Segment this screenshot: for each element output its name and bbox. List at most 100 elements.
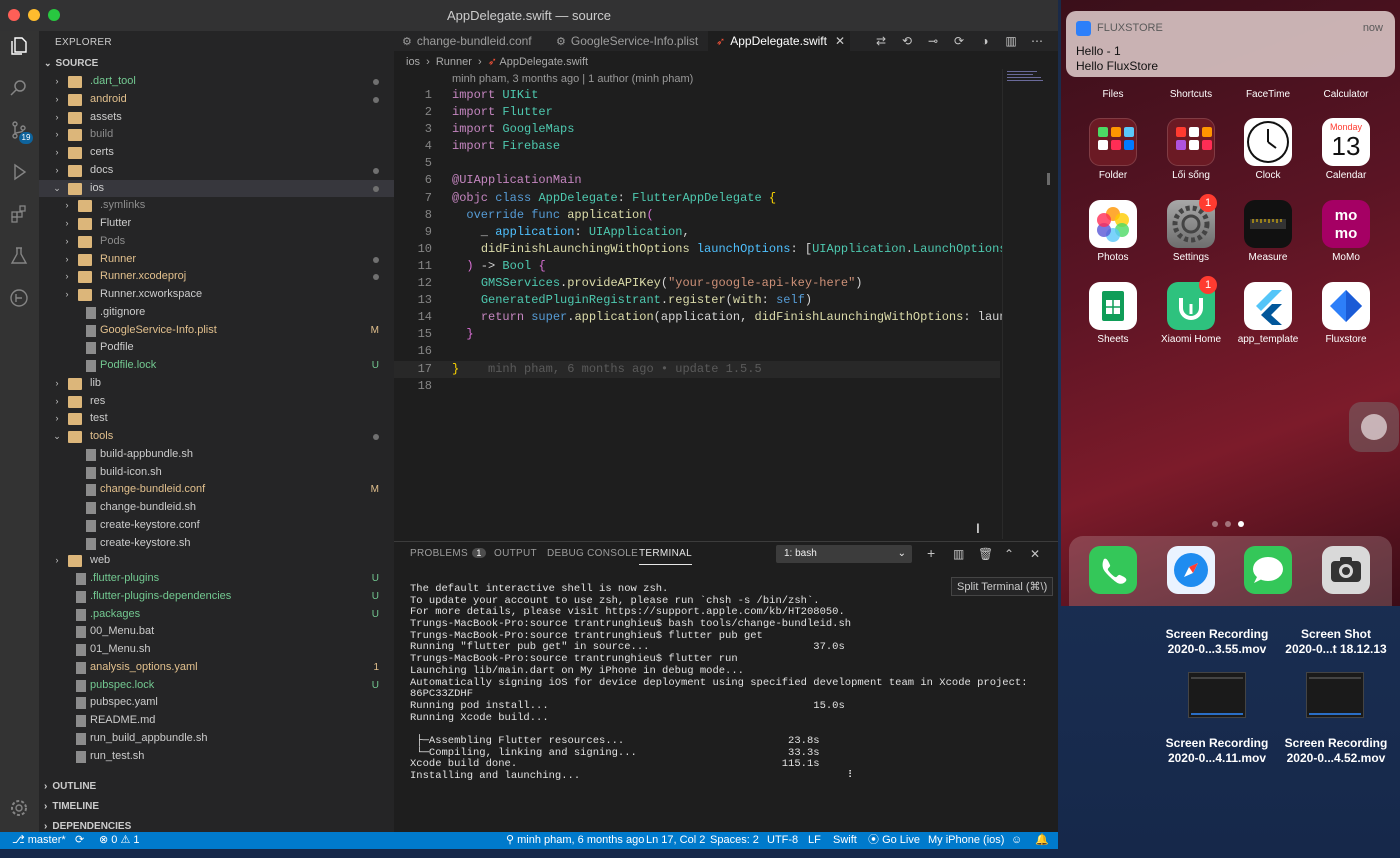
- desktop-file-screen-shot[interactable]: Screen Shot 2020-0...t 18.12.13: [1276, 627, 1396, 657]
- maximize-window-button[interactable]: [48, 9, 60, 21]
- tree-item[interactable]: .gitignore: [39, 304, 394, 322]
- split-editor-icon[interactable]: ▥: [1003, 33, 1019, 49]
- next-change-icon[interactable]: ⟳: [951, 33, 967, 49]
- tree-item[interactable]: › Runner.xcodeproj: [39, 268, 394, 286]
- git-commit-icon[interactable]: ⊸: [925, 33, 941, 49]
- tree-item[interactable]: create-keystore.conf: [39, 517, 394, 535]
- tree-item[interactable]: .packages U: [39, 606, 394, 624]
- iphone-screen-mirror[interactable]: FLUXSTORE now Hello - 1 Hello FluxStore …: [1061, 0, 1400, 606]
- tree-item[interactable]: › assets: [39, 109, 394, 127]
- tree-item[interactable]: › Pods: [39, 233, 394, 251]
- scrollbar-thumb[interactable]: [1047, 173, 1050, 185]
- phone-app-icon[interactable]: [1089, 546, 1137, 594]
- breadcrumb-runner[interactable]: Runner: [436, 56, 472, 68]
- tree-item[interactable]: README.md: [39, 712, 394, 730]
- app-label-shortcuts[interactable]: Shortcuts: [1157, 89, 1225, 100]
- app-folder[interactable]: Folder: [1079, 118, 1147, 181]
- app-label-facetime[interactable]: FaceTime: [1234, 89, 1302, 100]
- tree-item[interactable]: analysis_options.yaml 1: [39, 659, 394, 677]
- indentation[interactable]: Spaces: 2: [710, 832, 759, 849]
- terminal-output[interactable]: The default interactive shell is now zsh…: [410, 583, 1028, 783]
- app-fluxstore[interactable]: Fluxstore: [1312, 282, 1380, 345]
- tab-appdelegate-swift[interactable]: ➶ AppDelegate.swift ✕: [708, 31, 850, 51]
- tree-item[interactable]: › .dart_tool: [39, 73, 394, 91]
- tree-item[interactable]: change-bundleid.conf M: [39, 481, 394, 499]
- desktop-file-screen-recording[interactable]: Screen Recording 2020-0...4.52.mov: [1276, 736, 1396, 766]
- tree-item[interactable]: Podfile: [39, 339, 394, 357]
- tree-item[interactable]: › Runner.xcworkspace: [39, 286, 394, 304]
- source-control-icon[interactable]: 19: [8, 119, 33, 144]
- tree-item[interactable]: › Runner: [39, 251, 394, 269]
- desktop-file-screen-recording[interactable]: Screen Recording 2020-0...3.55.mov: [1157, 627, 1277, 657]
- app-label-calculator[interactable]: Calculator: [1312, 89, 1380, 100]
- extensions-icon[interactable]: [8, 203, 30, 225]
- tab-change-bundleid-conf[interactable]: ⚙ change-bundleid.conf: [394, 31, 548, 51]
- tree-item[interactable]: 01_Menu.sh: [39, 641, 394, 659]
- file-thumbnail[interactable]: [1306, 672, 1364, 718]
- tree-item[interactable]: › res: [39, 393, 394, 411]
- tab-terminal[interactable]: TERMINAL: [639, 548, 692, 565]
- tree-item[interactable]: change-bundleid.sh: [39, 499, 394, 517]
- breadcrumb-file[interactable]: AppDelegate.swift: [499, 56, 588, 68]
- explorer-icon[interactable]: [8, 35, 30, 57]
- go-live-button[interactable]: ⦿ Go Live: [868, 832, 920, 849]
- tree-item[interactable]: run_test.sh: [39, 748, 394, 766]
- tab-debug-console[interactable]: DEBUG CONSOLE: [547, 548, 638, 559]
- file-thumbnail[interactable]: [1188, 672, 1246, 718]
- tree-item[interactable]: Podfile.lock U: [39, 357, 394, 375]
- close-panel-icon[interactable]: ✕: [1030, 547, 1040, 561]
- notifications-bell-icon[interactable]: 🔔: [1035, 832, 1049, 849]
- tab-googleservice-plist[interactable]: ⚙ GoogleService-Info.plist: [548, 31, 708, 51]
- app-photos[interactable]: Photos: [1079, 200, 1147, 263]
- tree-item[interactable]: create-keystore.sh: [39, 535, 394, 553]
- assistive-touch-button[interactable]: [1349, 402, 1399, 452]
- sync-icon[interactable]: ⟳: [75, 832, 84, 849]
- new-terminal-icon[interactable]: +: [927, 545, 935, 561]
- tree-item[interactable]: GoogleService-Info.plist M: [39, 322, 394, 340]
- app-l-i-s-ng[interactable]: Lối sống: [1157, 118, 1225, 181]
- app-sheets[interactable]: Sheets: [1079, 282, 1147, 345]
- flutter-device[interactable]: My iPhone (ios): [928, 832, 1004, 849]
- git-lens-icon[interactable]: ◑: [977, 33, 993, 49]
- tree-item[interactable]: › android: [39, 91, 394, 109]
- desktop-file-screen-recording[interactable]: Screen Recording 2020-0...4.11.mov: [1157, 736, 1277, 766]
- code-editor[interactable]: 1 import UIKit 2 import Flutter 3 import Goog…: [394, 87, 1035, 395]
- compare-changes-icon[interactable]: ⇄: [873, 33, 889, 49]
- safari-app-icon[interactable]: [1167, 546, 1215, 594]
- git-graph-icon[interactable]: [8, 287, 30, 309]
- minimize-window-button[interactable]: [28, 9, 40, 21]
- terminal-select[interactable]: 1: bash ⌄: [776, 545, 912, 563]
- breadcrumb-ios[interactable]: ios: [406, 56, 420, 68]
- app-settings[interactable]: 1 Settings: [1157, 194, 1225, 263]
- encoding[interactable]: UTF-8: [767, 832, 798, 849]
- outline-section[interactable]: › OUTLINE: [39, 777, 394, 797]
- tree-item[interactable]: pubspec.lock U: [39, 677, 394, 695]
- split-terminal-icon[interactable]: ▥: [953, 547, 964, 561]
- git-codelens[interactable]: minh pham, 3 months ago | 1 author (minh…: [452, 73, 693, 85]
- tree-item[interactable]: .flutter-plugins U: [39, 570, 394, 588]
- workspace-root[interactable]: ⌄ SOURCE: [39, 53, 394, 73]
- minimap[interactable]: [1002, 69, 1050, 539]
- tree-item[interactable]: .flutter-plugins-dependencies U: [39, 588, 394, 606]
- language-mode[interactable]: Swift: [833, 832, 857, 849]
- trash-icon[interactable]: 🗑: [978, 547, 993, 561]
- tree-item[interactable]: 00_Menu.bat: [39, 623, 394, 641]
- tree-item[interactable]: ⌄ ios: [39, 179, 394, 198]
- search-icon[interactable]: [8, 77, 30, 99]
- camera-app-icon[interactable]: [1322, 546, 1370, 594]
- tree-item[interactable]: › docs: [39, 162, 394, 180]
- tree-item[interactable]: ⌄ tools: [39, 428, 394, 446]
- tree-item[interactable]: › Flutter: [39, 215, 394, 233]
- tree-item[interactable]: › web: [39, 552, 394, 570]
- tree-item[interactable]: build-appbundle.sh: [39, 446, 394, 464]
- app-clock[interactable]: Clock: [1234, 118, 1302, 181]
- tab-output[interactable]: OUTPUT: [494, 548, 537, 559]
- end-of-line[interactable]: LF: [808, 832, 821, 849]
- messages-app-icon[interactable]: [1244, 546, 1292, 594]
- branch-indicator[interactable]: ⎇ master*: [12, 832, 66, 849]
- tree-item[interactable]: › build: [39, 126, 394, 144]
- settings-gear-icon[interactable]: [8, 797, 30, 819]
- more-actions-icon[interactable]: ⋯: [1029, 33, 1045, 49]
- timeline-section[interactable]: › TIMELINE: [39, 797, 394, 817]
- app-measure[interactable]: Measure: [1234, 200, 1302, 263]
